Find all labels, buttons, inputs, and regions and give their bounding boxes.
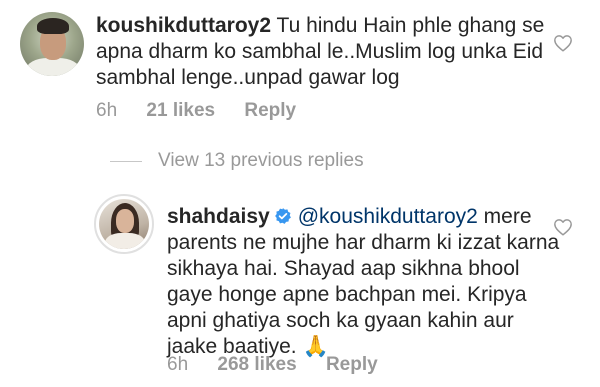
mention-link[interactable]: @koushikduttaroy2 xyxy=(298,205,478,228)
likes-count[interactable]: 268 likes xyxy=(217,354,296,375)
avatar-hair xyxy=(37,18,69,34)
likes-count[interactable]: 21 likes xyxy=(146,100,215,121)
comment-meta: 6h 21 likes Reply xyxy=(96,100,320,122)
verified-badge-icon xyxy=(274,208,291,224)
like-heart-icon[interactable] xyxy=(553,218,573,236)
view-replies-label: View 13 previous replies xyxy=(158,150,364,171)
comment-time: 6h xyxy=(96,100,118,121)
avatar-photo xyxy=(99,199,149,249)
comment-meta: 6h 268 likes Reply xyxy=(167,354,402,376)
avatar-face xyxy=(116,209,134,233)
avatar[interactable] xyxy=(94,194,154,254)
username-link[interactable]: koushikduttaroy2 xyxy=(96,14,271,37)
comment-body: shahdaisy @koushikduttaroy2 mere parents… xyxy=(167,204,567,360)
divider-line xyxy=(110,160,142,162)
view-previous-replies[interactable]: View 13 previous replies xyxy=(110,150,364,172)
username-link[interactable]: shahdaisy xyxy=(167,205,270,228)
comment-body: koushikduttaroy2 Tu hindu Hain phle ghan… xyxy=(96,13,566,91)
like-heart-icon[interactable] xyxy=(553,34,573,52)
reply-button[interactable]: Reply xyxy=(326,354,378,375)
comment-time: 6h xyxy=(167,354,189,375)
avatar[interactable] xyxy=(20,12,84,76)
avatar-shirt xyxy=(26,58,80,76)
avatar-body xyxy=(105,233,145,249)
reply-button[interactable]: Reply xyxy=(244,100,296,121)
